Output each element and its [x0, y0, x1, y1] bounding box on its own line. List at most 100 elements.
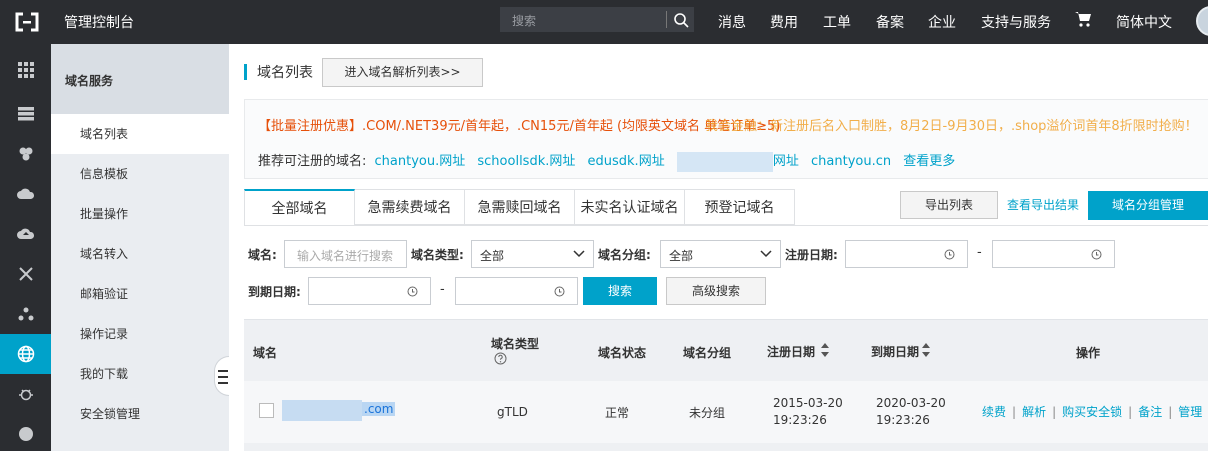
server-icon[interactable] — [0, 94, 51, 134]
domain-type-cell: gTLD — [497, 405, 528, 419]
cart-icon[interactable] — [1074, 10, 1092, 28]
manage-link[interactable]: 管理 — [1178, 405, 1202, 419]
aliyun-logo-icon[interactable] — [14, 12, 40, 32]
goto-dns-list-button[interactable]: 进入域名解析列表>> — [322, 58, 483, 87]
export-list-button[interactable]: 导出列表 — [900, 191, 998, 219]
reg-date-end-input[interactable] — [992, 240, 1115, 268]
chevron-down-icon — [760, 250, 772, 258]
group-select-value: 全部 — [669, 249, 694, 263]
nav-messages[interactable]: 消息 — [718, 12, 746, 32]
reg-date-start-input[interactable] — [845, 240, 968, 268]
col-reg-date[interactable]: 注册日期 — [767, 343, 815, 360]
redacted-domain — [676, 151, 773, 172]
recommend-link[interactable]: schoollsdk.网址 — [477, 154, 575, 169]
menu-toggle-icon — [218, 370, 228, 384]
recommend-link[interactable]: edusdk.网址 — [588, 154, 665, 169]
promo-banner: 【批量注册优惠】.COM/.NET39元/首年起，.CN15元/首年起 (均限英… — [244, 99, 1208, 179]
recommend-link[interactable]: chantyou.cn — [811, 154, 891, 169]
clock-icon — [554, 286, 565, 297]
tab-underline — [244, 225, 1208, 226]
advanced-search-button[interactable]: 高级搜索 — [666, 277, 766, 305]
nav-enterprise[interactable]: 企业 — [928, 12, 956, 32]
help-icon[interactable] — [494, 352, 507, 365]
clock-icon — [944, 249, 955, 260]
exp-date-end-input[interactable] — [455, 277, 578, 305]
global-search[interactable]: 搜索 — [500, 7, 694, 32]
cluster-icon[interactable] — [0, 294, 51, 334]
tab-all-domains[interactable]: 全部域名 — [244, 189, 355, 225]
reg-date-label: 注册日期: — [785, 248, 838, 262]
domain-filter-label: 域名: — [248, 248, 277, 262]
network-icon[interactable] — [0, 254, 51, 294]
exp-date-cell: 2020-03-20 — [876, 396, 946, 410]
circle-icon[interactable] — [0, 414, 51, 454]
recommend-label: 推荐可注册的域名: — [258, 154, 367, 169]
sidebar-item-my-downloads[interactable]: 我的下载 — [51, 354, 229, 394]
sidebar-item-domain-list[interactable]: 域名列表 — [51, 114, 229, 154]
tab-unverified[interactable]: 未实名认证域名 — [575, 189, 685, 225]
search-input[interactable]: 搜索 — [512, 12, 536, 29]
promo-overlap-text: 我会金融：新注册后名入口制胜，8月2日-9月30日，.shop溢价词首年8折限时… — [705, 119, 1198, 134]
renew-link[interactable]: 续费 — [982, 405, 1006, 419]
console-title[interactable]: 管理控制台 — [64, 12, 134, 32]
sidebar-item-operation-log[interactable]: 操作记录 — [51, 314, 229, 354]
sidebar-item-info-template[interactable]: 信息模板 — [51, 154, 229, 194]
cloud-upload-icon[interactable] — [0, 214, 51, 254]
reg-time-cell: 19:23:26 — [773, 413, 827, 427]
note-link[interactable]: 备注 — [1138, 405, 1162, 419]
tab-preregistered[interactable]: 预登记域名 — [685, 189, 795, 225]
nav-tickets[interactable]: 工单 — [823, 12, 851, 32]
col-domain-type: 域名类型 — [491, 337, 540, 351]
nav-support[interactable]: 支持与服务 — [981, 12, 1051, 32]
export-result-link[interactable]: 查看导出结果 — [1007, 196, 1079, 213]
exp-time-cell: 19:23:26 — [876, 413, 930, 427]
sidebar-title: 域名服务 — [65, 74, 114, 88]
domain-search-input[interactable]: 输入域名进行搜索 — [284, 240, 407, 268]
sidebar-item-batch-operation[interactable]: 批量操作 — [51, 194, 229, 234]
domain-service-sidebar: 域名服务 域名列表 信息模板 批量操作 域名转入 邮箱验证 操作记录 我的下载 … — [51, 44, 229, 451]
sidebar-item-security-lock[interactable]: 安全锁管理 — [51, 394, 229, 434]
tab-renew-urgent[interactable]: 急需续费域名 — [355, 189, 465, 225]
recommend-link[interactable]: chantyou.网址 — [375, 154, 466, 169]
clock-icon — [407, 286, 418, 297]
sidebar-item-email-verify[interactable]: 邮箱验证 — [51, 274, 229, 314]
clock-icon — [1091, 249, 1102, 260]
group-select[interactable]: 全部 — [660, 240, 781, 268]
sidebar-item-domain-transfer[interactable]: 域名转入 — [51, 234, 229, 274]
top-bar: 管理控制台 搜索 消息 费用 工单 备案 企业 支持与服务 简体中文 — [0, 0, 1208, 44]
cloud-settings-icon[interactable] — [0, 174, 51, 214]
col-operations: 操作 — [1076, 346, 1101, 360]
domain-name-link[interactable]: .com — [362, 402, 396, 416]
products-grid-icon[interactable] — [0, 50, 51, 90]
col-exp-date[interactable]: 到期日期 — [871, 343, 919, 360]
chevron-down-icon — [573, 250, 585, 258]
promo-bulk-offer: 【批量注册优惠】.COM/.NET39元/首年起，.CN15元/首年起 (均限英… — [258, 119, 781, 134]
sort-icon[interactable] — [820, 342, 830, 358]
tab-redeem-urgent[interactable]: 急需赎回域名 — [465, 189, 575, 225]
search-icon[interactable] — [672, 11, 690, 29]
nav-billing[interactable]: 费用 — [770, 12, 798, 32]
search-button[interactable]: 搜索 — [583, 277, 657, 305]
see-more-link[interactable]: 查看更多 — [903, 154, 955, 169]
group-manage-button[interactable]: 域名分组管理 — [1088, 191, 1208, 220]
type-filter-label: 域名类型: — [411, 248, 464, 262]
cube-icon[interactable] — [0, 134, 51, 174]
type-select[interactable]: 全部 — [471, 240, 594, 268]
bug-icon[interactable] — [0, 374, 51, 414]
avatar[interactable] — [1196, 6, 1208, 36]
page-title: 域名列表 — [257, 65, 313, 81]
reg-date-cell: 2015-03-20 — [773, 396, 843, 410]
recommend-link[interactable]: 网址 — [773, 154, 799, 169]
nav-language[interactable]: 简体中文 — [1116, 12, 1172, 32]
row-checkbox[interactable] — [259, 403, 274, 418]
dns-link[interactable]: 解析 — [1022, 405, 1046, 419]
globe-icon[interactable] — [0, 334, 51, 374]
sort-icon[interactable] — [921, 342, 931, 358]
buy-lock-link[interactable]: 购买安全锁 — [1062, 405, 1122, 419]
sidebar-collapse-handle[interactable] — [214, 356, 229, 396]
title-accent-bar — [244, 64, 247, 80]
exp-date-label: 到期日期: — [248, 285, 301, 299]
exp-date-start-input[interactable] — [308, 277, 431, 305]
row-operations: 续费 | 解析 | 购买安全锁 | 备注 | 管理 — [982, 405, 1203, 419]
nav-icp[interactable]: 备案 — [876, 12, 904, 32]
